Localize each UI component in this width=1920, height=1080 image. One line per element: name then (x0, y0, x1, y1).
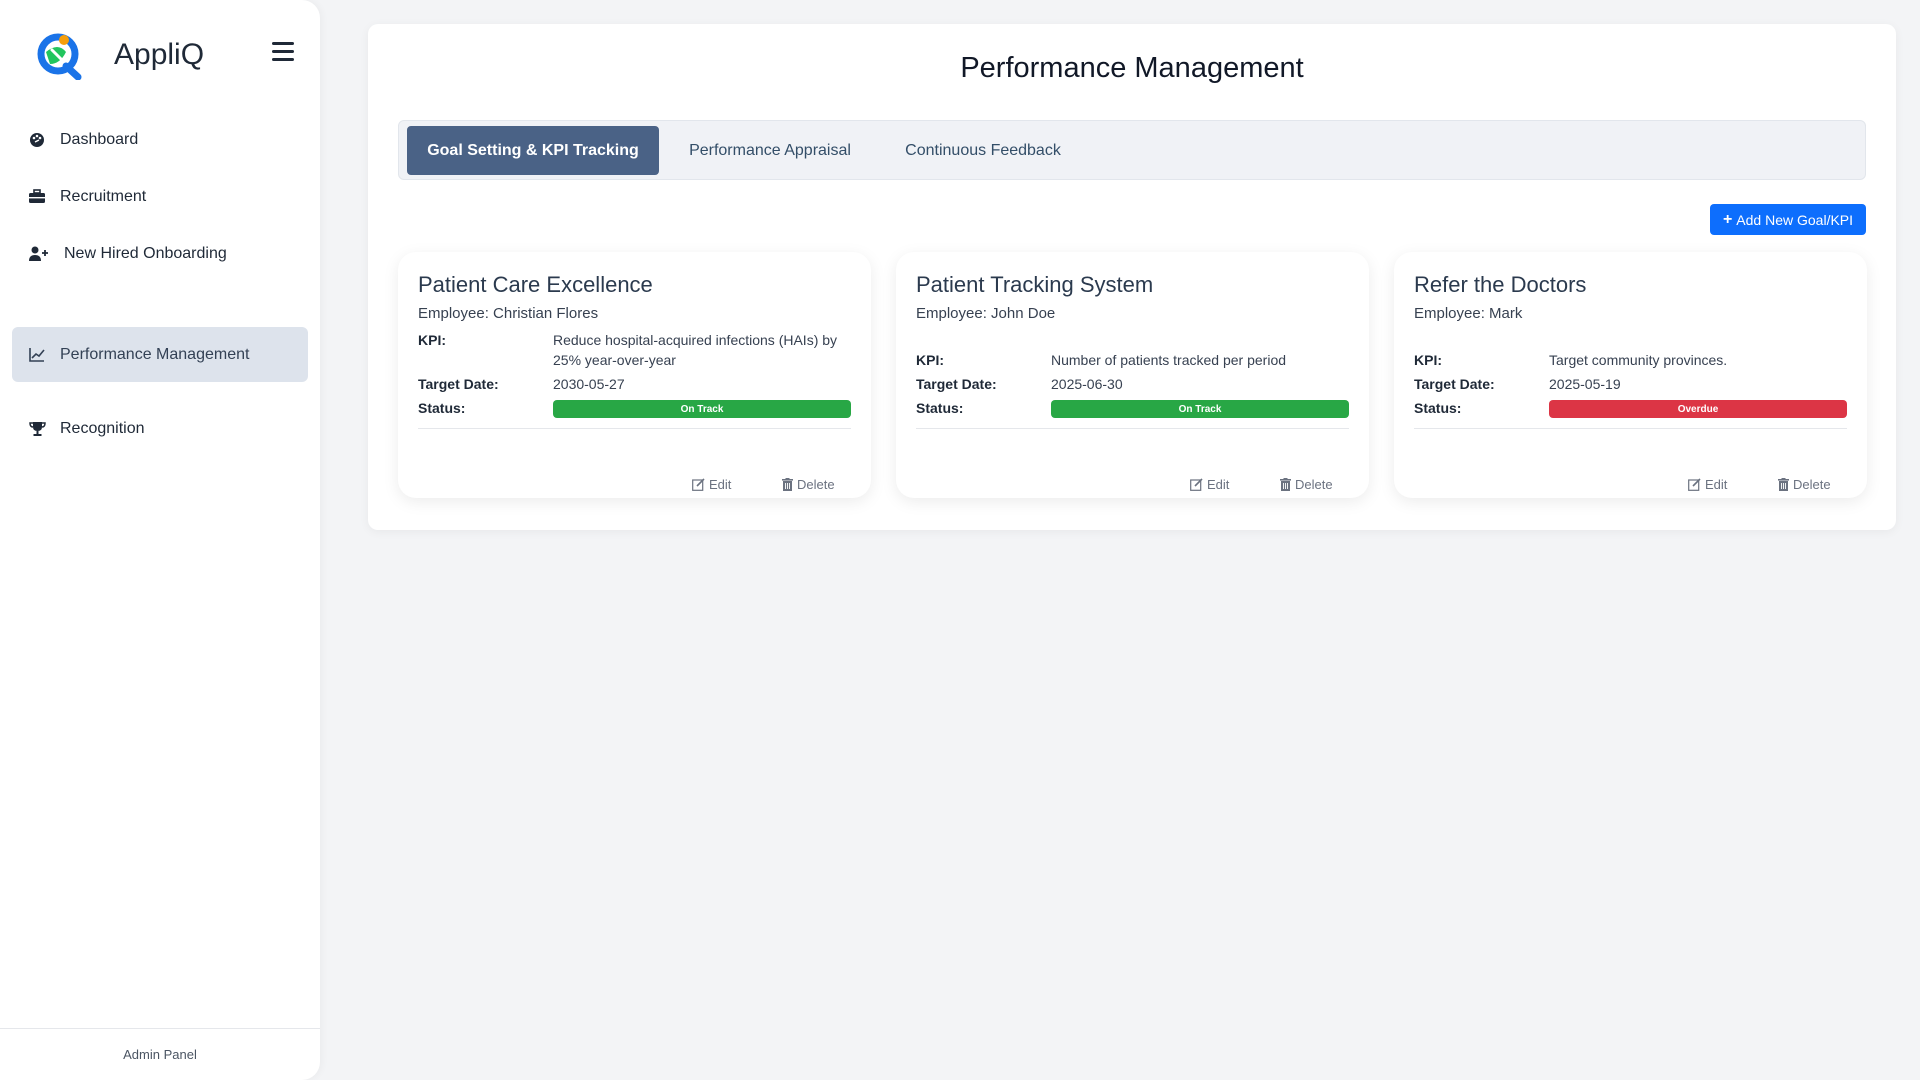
plus-icon: + (1722, 210, 1733, 228)
kpi-label: KPI: (916, 352, 944, 368)
edit-icon (1688, 478, 1701, 491)
trash-icon (1280, 478, 1291, 491)
goal-card: Patient Tracking System Employee: John D… (896, 252, 1369, 498)
status-label: Status: (1414, 400, 1462, 416)
card-divider (418, 428, 851, 429)
kpi-label: KPI: (1414, 352, 1442, 368)
main-panel: Performance Management Goal Setting & KP… (368, 24, 1896, 530)
tab-continuous-feedback[interactable]: Continuous Feedback (883, 126, 1083, 175)
card-divider (1414, 428, 1847, 429)
status-badge: On Track (1051, 400, 1349, 418)
page-title: Performance Management (960, 52, 1304, 84)
target-date-value: 2025-06-30 (1051, 376, 1123, 392)
kpi-value: Reduce hospital-acquired infections (HAI… (553, 332, 838, 368)
tab-goal-setting[interactable]: Goal Setting & KPI Tracking (407, 126, 659, 175)
trash-icon (782, 478, 793, 491)
sidebar-item-onboarding[interactable]: New Hired Onboarding (12, 226, 308, 281)
goal-employee: Employee: Christian Flores (418, 305, 599, 322)
sidebar-item-label: Recruitment (60, 187, 147, 205)
add-goal-button[interactable]: + Add New Goal/KPI (1710, 204, 1866, 235)
appliq-logo-icon (37, 33, 82, 80)
edit-icon (692, 478, 705, 491)
edit-button[interactable]: Edit (692, 477, 731, 492)
tab-performance-appraisal[interactable]: Performance Appraisal (665, 126, 875, 175)
sidebar-item-label: New Hired Onboarding (64, 244, 227, 262)
sidebar-item-recognition[interactable]: Recognition (12, 401, 308, 456)
status-label: Status: (916, 400, 964, 416)
trophy-icon (28, 420, 46, 438)
goal-card: Refer the Doctors Employee: Mark KPI: Ta… (1394, 252, 1867, 498)
edit-button[interactable]: Edit (1688, 477, 1727, 492)
target-date-value: 2025-05-19 (1549, 376, 1621, 392)
app-name: AppliQ (114, 38, 205, 71)
sidebar-item-label: Dashboard (60, 130, 139, 148)
kpi-label: KPI: (418, 332, 446, 348)
status-badge: Overdue (1549, 400, 1847, 418)
sidebar-item-dashboard[interactable]: Dashboard (12, 112, 308, 167)
menu-toggle-icon[interactable] (272, 42, 294, 62)
trash-icon (1778, 478, 1789, 491)
delete-button[interactable]: Delete (1778, 477, 1831, 492)
target-date-label: Target Date: (1414, 376, 1495, 392)
user-plus-icon (28, 245, 50, 263)
sidebar: AppliQ Dashboard Recruitment New Hired O… (0, 0, 320, 1080)
tab-bar: Goal Setting & KPI Tracking Performance … (398, 120, 1866, 180)
chart-line-icon (28, 346, 46, 364)
brand: AppliQ (36, 30, 296, 80)
target-date-value: 2030-05-27 (553, 376, 625, 392)
sidebar-item-performance[interactable]: Performance Management (12, 327, 308, 382)
goal-title: Patient Care Excellence (418, 272, 653, 297)
goal-title: Patient Tracking System (916, 272, 1154, 297)
sidebar-item-recruitment[interactable]: Recruitment (12, 169, 308, 224)
delete-label: Delete (797, 477, 835, 492)
kpi-value: Number of patients tracked per period (1051, 352, 1287, 368)
goal-employee: Employee: Mark (1414, 305, 1523, 322)
briefcase-icon (28, 188, 46, 206)
kpi-value: Target community provinces. (1549, 352, 1728, 368)
add-goal-label: Add New Goal/KPI (1736, 211, 1854, 228)
goal-title: Refer the Doctors (1414, 272, 1587, 297)
card-divider (916, 428, 1349, 429)
goal-card: Patient Care Excellence Employee: Christ… (398, 252, 871, 498)
sidebar-item-label: Performance Management (60, 345, 250, 363)
target-date-label: Target Date: (916, 376, 997, 392)
delete-button[interactable]: Delete (782, 477, 835, 492)
target-date-label: Target Date: (418, 376, 499, 392)
delete-button[interactable]: Delete (1280, 477, 1333, 492)
edit-icon (1190, 478, 1203, 491)
delete-label: Delete (1295, 477, 1333, 492)
palette-icon (28, 131, 46, 149)
sidebar-item-label: Recognition (60, 419, 145, 437)
edit-label: Edit (1705, 477, 1728, 492)
delete-label: Delete (1793, 477, 1831, 492)
edit-button[interactable]: Edit (1190, 477, 1229, 492)
status-badge: On Track (553, 400, 851, 418)
status-label: Status: (418, 400, 466, 416)
goal-employee: Employee: John Doe (916, 305, 1056, 322)
sidebar-footer: Admin Panel (0, 1028, 320, 1080)
edit-label: Edit (709, 477, 732, 492)
edit-label: Edit (1207, 477, 1230, 492)
